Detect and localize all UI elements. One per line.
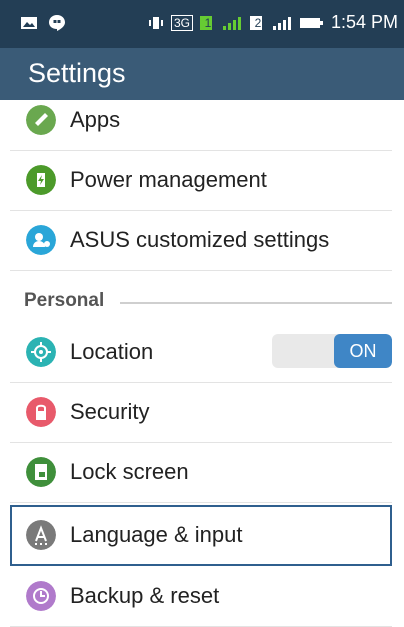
lock-screen-icon xyxy=(26,457,56,487)
toggle-on-label: ON xyxy=(334,334,392,368)
settings-item-lock-screen[interactable]: Lock screen xyxy=(10,442,392,503)
status-time: 1:54 PM xyxy=(330,12,398,32)
settings-item-label: Location xyxy=(70,339,154,364)
signal2-icon xyxy=(272,16,291,30)
settings-item-label: Language & input xyxy=(70,522,243,547)
battery-icon xyxy=(299,17,323,28)
apps-icon xyxy=(26,105,56,135)
settings-item-power-management[interactable]: Power management xyxy=(10,150,392,211)
sim2-label: 2 xyxy=(254,15,262,30)
status-left-icons xyxy=(20,14,66,32)
settings-item-label: Backup & reset xyxy=(70,583,220,608)
network-type-label: 3G xyxy=(170,14,193,31)
power-management-icon xyxy=(26,165,56,195)
settings-item-label: Apps xyxy=(70,107,121,132)
language-input-icon xyxy=(26,520,56,550)
section-divider xyxy=(120,302,392,304)
sim1-label: 1 xyxy=(204,15,212,30)
location-icon xyxy=(26,337,56,367)
security-icon xyxy=(26,397,56,427)
signal1-icon xyxy=(222,16,241,30)
settings-item-apps[interactable]: Apps xyxy=(10,90,392,151)
settings-item-label: Lock screen xyxy=(70,459,189,484)
settings-item-label: Security xyxy=(70,399,150,424)
vibrate-icon xyxy=(148,16,163,29)
settings-item-label: Power management xyxy=(70,167,267,192)
status-right-icons: 3G 1 2 1:54 PM xyxy=(147,12,398,33)
settings-item-backup-reset[interactable]: Backup & reset xyxy=(10,566,392,627)
status-bar: 3G 1 2 1:54 PM xyxy=(0,0,404,48)
section-header-personal: Personal xyxy=(24,290,105,311)
page-title: Settings xyxy=(28,58,126,88)
settings-item-security[interactable]: Security xyxy=(10,382,392,443)
location-toggle[interactable]: ON xyxy=(272,334,392,368)
asus-customized-settings-icon xyxy=(26,225,56,255)
settings-item-language-input[interactable]: Language & input xyxy=(10,505,392,566)
settings-item-asus-customized-settings[interactable]: ASUS customized settings xyxy=(10,210,392,271)
backup-reset-icon xyxy=(26,581,56,611)
settings-item-location[interactable]: Location ON xyxy=(10,322,392,383)
settings-item-label: ASUS customized settings xyxy=(70,227,330,252)
gallery-icon xyxy=(21,17,37,29)
settings-list: Apps Power management ASUS customized se… xyxy=(0,100,404,627)
hangouts-icon xyxy=(49,15,65,31)
